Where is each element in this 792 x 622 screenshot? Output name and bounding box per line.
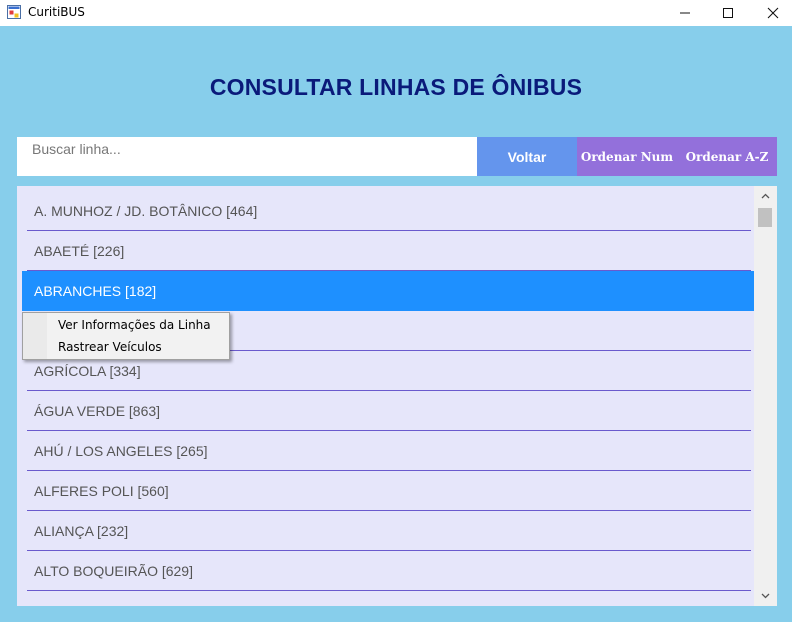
line-label: ABAETÉ [226] — [34, 243, 125, 259]
window-title: CuritiBUS — [28, 5, 85, 19]
menu-item-view-line-info[interactable]: Ver Informações da Linha — [58, 318, 211, 332]
maximize-icon — [723, 8, 733, 18]
sort-by-number-button[interactable]: Ordenar Num — [577, 137, 677, 176]
minimize-icon — [680, 12, 690, 14]
list-item-selected[interactable]: ABRANCHES [182] — [22, 271, 755, 311]
line-label: ÁGUA VERDE [863] — [34, 403, 161, 419]
bus-lines-list[interactable]: A. MUNHOZ / JD. BOTÂNICO [464] ABAETÉ [2… — [17, 186, 777, 606]
scroll-down-button[interactable] — [754, 588, 777, 604]
line-label: ALFERES POLI [560] — [34, 483, 169, 499]
scrollbar-thumb[interactable] — [758, 208, 772, 227]
maximize-button[interactable] — [705, 0, 751, 26]
row-divider — [27, 590, 751, 591]
line-label: ABRANCHES [182] — [34, 283, 157, 299]
list-item[interactable]: ÁGUA VERDE [863] — [17, 391, 755, 431]
context-menu: Ver Informações da Linha Rastrear Veícul… — [22, 312, 230, 360]
list-item[interactable]: AHÚ / LOS ANGELES [265] — [17, 431, 755, 471]
context-menu-gutter — [23, 313, 47, 359]
back-button[interactable]: Voltar — [477, 137, 577, 176]
title-bar: CuritiBUS — [0, 0, 792, 26]
close-button[interactable] — [750, 0, 792, 26]
chevron-down-icon — [761, 593, 770, 599]
vertical-scrollbar[interactable] — [754, 186, 777, 606]
list-item[interactable]: ALFERES POLI [560] — [17, 471, 755, 511]
list-item[interactable]: ALIANÇA [232] — [17, 511, 755, 551]
app-window-icon — [7, 5, 21, 19]
chevron-up-icon — [761, 193, 770, 199]
line-label: A. MUNHOZ / JD. BOTÂNICO [464] — [34, 203, 258, 219]
sort-alphabetical-button[interactable]: Ordenar A-Z — [677, 137, 777, 176]
line-label: ALTO BOQUEIRÃO [629] — [34, 563, 193, 579]
search-input[interactable] — [17, 137, 477, 176]
line-label: AHÚ / LOS ANGELES [265] — [34, 443, 208, 459]
scroll-up-button[interactable] — [754, 188, 777, 204]
list-item[interactable]: A. MUNHOZ / JD. BOTÂNICO [464] — [17, 191, 755, 231]
list-item[interactable]: ALTO BOQUEIRÃO [629] — [17, 551, 755, 591]
minimize-button[interactable] — [662, 0, 708, 26]
line-label: ALIANÇA [232] — [34, 523, 129, 539]
list-item[interactable]: ABAETÉ [226] — [17, 231, 755, 271]
page-title: CONSULTAR LINHAS DE ÔNIBUS — [209, 74, 583, 100]
menu-item-track-vehicles[interactable]: Rastrear Veículos — [58, 340, 162, 354]
close-icon — [767, 7, 779, 19]
